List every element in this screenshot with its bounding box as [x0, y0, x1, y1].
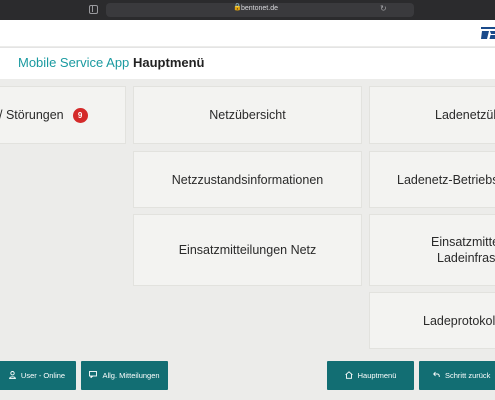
- page-title: Hauptmenü: [133, 55, 205, 70]
- tile-label: Netzübersicht: [209, 108, 286, 122]
- tile-label-line2: Ladeinfrast: [437, 251, 495, 265]
- back-arrow-icon: [433, 371, 440, 380]
- tile-ladenetz-betrieb[interactable]: Ladenetz-Betriebsi: [369, 151, 495, 208]
- tile-stoerungen[interactable]: / Störungen 9: [0, 86, 126, 144]
- hauptmenu-label: Hauptmenü: [357, 371, 397, 380]
- tile-label: Ladeprotokoll: [423, 313, 495, 328]
- tile-ladenetzuebersicht[interactable]: Ladenetzüb: [369, 86, 495, 144]
- app-title: Mobile Service App: [18, 55, 130, 70]
- schritt-zurueck-label: Schritt zurück: [445, 371, 491, 380]
- tile-netzuebersicht[interactable]: Netzübersicht: [133, 86, 362, 144]
- app-topbar: [0, 20, 495, 46]
- hauptmenu-button[interactable]: Hauptmenü: [327, 361, 414, 390]
- user-icon: [9, 370, 16, 381]
- company-logo: [481, 27, 495, 39]
- stoerungen-count-badge: 9: [72, 107, 88, 123]
- tile-label: Ladenetz-Betriebsi: [397, 172, 495, 187]
- tile-stoerungen-label: / Störungen: [0, 108, 64, 122]
- lock-icon: 🔒: [233, 4, 242, 11]
- user-online-label: User - Online: [20, 371, 66, 380]
- address-host: bentonet.de: [241, 5, 278, 12]
- user-online-button[interactable]: User - Online: [0, 361, 76, 390]
- home-icon: [344, 370, 353, 381]
- tile-einsatzmitteilungen-ladeinfrastruktur[interactable]: Einsatzmitte Ladeinfrast: [369, 214, 495, 286]
- reload-icon[interactable]: ↻: [380, 4, 387, 14]
- allg-mitteilungen-button[interactable]: Allg. Mitteilungen: [81, 361, 168, 390]
- schritt-zurueck-button[interactable]: Schritt zurück: [419, 361, 495, 390]
- message-icon: [89, 371, 98, 380]
- tile-einsatzmitteilungen-netz[interactable]: Einsatzmitteilungen Netz: [133, 214, 362, 286]
- allg-mitteilungen-label: Allg. Mitteilungen: [102, 371, 160, 380]
- browser-toolbar: 🔒 bentonet.de ↻: [0, 0, 495, 20]
- tile-label: Einsatzmitteilungen Netz: [178, 243, 317, 257]
- tile-label: Netzzustandsinformationen: [171, 172, 324, 187]
- tile-label-line1: Einsatzmitte: [431, 235, 495, 249]
- tile-netzzustandsinformationen[interactable]: Netzzustandsinformationen: [133, 151, 362, 208]
- sidebar-toggle-icon[interactable]: [89, 5, 98, 14]
- tile-label: Ladenetzüb: [435, 108, 495, 122]
- tile-ladeprotokoll[interactable]: Ladeprotokoll: [369, 292, 495, 349]
